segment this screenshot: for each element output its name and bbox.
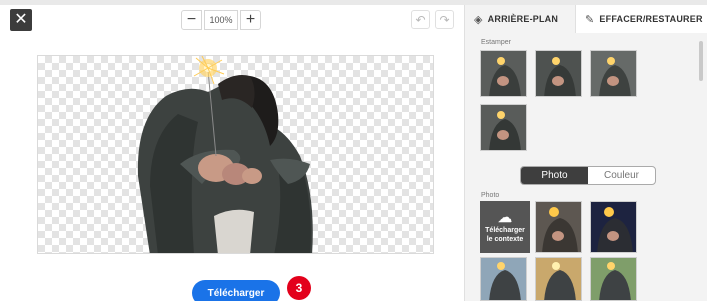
tab-background[interactable]: ◈ ARRIÈRE-PLAN (465, 5, 575, 33)
panel-tabs: ◈ ARRIÈRE-PLAN ✎ EFFACER/RESTAURER (465, 5, 707, 33)
step-badge-3: 3 (287, 276, 311, 300)
photo-color-toggle: Photo Couleur (520, 166, 656, 185)
tab-erase-restore-label: EFFACER/RESTAURER (599, 14, 703, 24)
side-panel: ◈ ARRIÈRE-PLAN ✎ EFFACER/RESTAURER Estam… (464, 5, 707, 301)
redo-icon: ↷ (439, 12, 450, 27)
history-controls: ↶ ↷ (411, 10, 454, 29)
layers-icon: ◈ (474, 13, 483, 26)
background-photo-thumbnail[interactable] (590, 257, 637, 301)
undo-button[interactable]: ↶ (411, 10, 430, 29)
download-button[interactable]: Télécharger (192, 280, 280, 301)
background-photo-thumbnail[interactable] (535, 257, 582, 301)
cutout-photo (137, 56, 313, 253)
stamp-thumbnail[interactable] (480, 50, 527, 97)
zoom-in-button[interactable]: + (240, 10, 261, 30)
redo-button[interactable]: ↷ (435, 10, 454, 29)
cloud-upload-icon: ☁ (498, 209, 512, 225)
stamp-thumbnail[interactable] (480, 104, 527, 151)
zoom-out-button[interactable]: − (181, 10, 202, 30)
panel-scrollbar[interactable] (699, 41, 703, 81)
tab-erase-restore[interactable]: ✎ EFFACER/RESTAURER (575, 5, 707, 33)
close-icon: ✕ (14, 11, 28, 28)
upload-label-line2: le contexte (486, 236, 524, 243)
photo-label: Photo (481, 192, 500, 199)
editor-canvas[interactable] (37, 55, 434, 254)
undo-icon: ↶ (415, 12, 426, 27)
stamp-thumbnail[interactable] (535, 50, 582, 97)
zoom-controls: − 100% + (181, 10, 261, 30)
stamp-thumbnail[interactable] (590, 50, 637, 97)
upload-label-line1: Télécharger (485, 227, 525, 234)
background-photo-thumbnail[interactable] (535, 201, 582, 253)
toggle-photo[interactable]: Photo (521, 167, 588, 184)
close-button[interactable]: ✕ (10, 9, 32, 31)
estamper-label: Estamper (481, 39, 511, 46)
tab-background-label: ARRIÈRE-PLAN (487, 14, 559, 24)
upload-background-button[interactable]: ☁ Télécharger le contexte (480, 201, 530, 253)
pencil-icon: ✎ (585, 13, 595, 26)
toggle-color[interactable]: Couleur (588, 167, 655, 184)
zoom-value: 100% (204, 10, 238, 30)
background-photo-thumbnail[interactable] (480, 257, 527, 301)
background-photo-thumbnail[interactable] (590, 201, 637, 253)
